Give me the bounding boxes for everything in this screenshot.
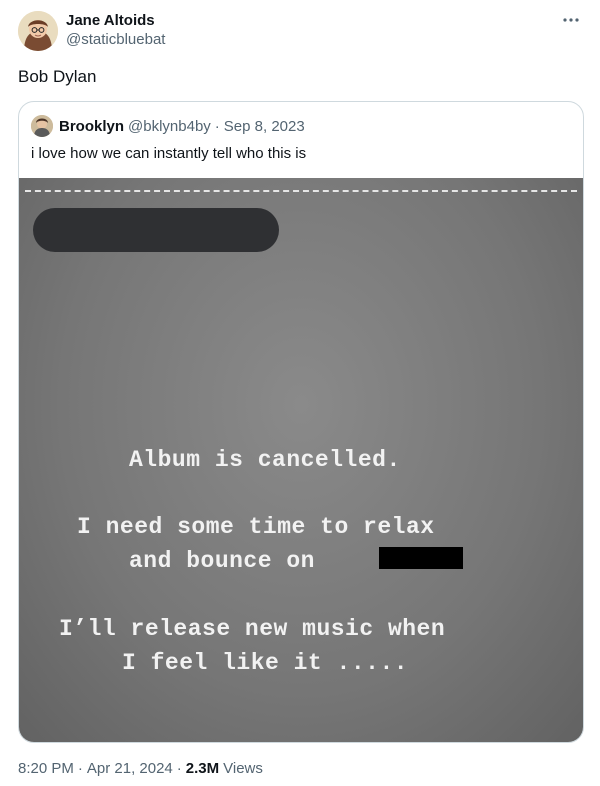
- tweet-text: Bob Dylan: [18, 67, 97, 86]
- quote-date: Sep 8, 2023: [223, 117, 305, 135]
- quote-author-name: Brooklyn: [59, 117, 125, 135]
- author-name[interactable]: Jane Altoids: [66, 12, 155, 29]
- views-count[interactable]: 2.3M: [186, 760, 219, 777]
- meta-separator-2: ·: [176, 760, 182, 777]
- tweet: Jane Altoids @staticbluebat Bob Dylan Br…: [0, 0, 600, 786]
- quote-separator: ·: [214, 117, 220, 135]
- image-text-line-3: and bounce on: [129, 548, 315, 574]
- redacted-word-box: [379, 547, 463, 569]
- quote-image[interactable]: Album is cancelled. I need some time to …: [19, 178, 583, 742]
- image-text-line-1: Album is cancelled.: [129, 447, 401, 473]
- quote-author-avatar: [31, 115, 53, 137]
- author-avatar[interactable]: [18, 11, 58, 51]
- tweet-date[interactable]: Apr 21, 2024: [87, 760, 173, 777]
- image-text-line-5: I feel like it .....: [122, 650, 409, 676]
- tweet-time[interactable]: 8:20 PM: [18, 760, 74, 777]
- quote-author-handle: @bklynb4by: [128, 117, 211, 135]
- quoted-tweet[interactable]: Brooklyn @bklynb4by · Sep 8, 2023 i love…: [18, 101, 584, 743]
- tweet-meta: 8:20 PM · Apr 21, 2024 · 2.3M Views: [18, 760, 263, 777]
- meta-separator-1: ·: [77, 760, 83, 777]
- views-label: Views: [223, 760, 263, 777]
- more-icon[interactable]: [560, 9, 582, 31]
- image-text-line-4: I’ll release new music when: [59, 616, 446, 642]
- quote-header: Brooklyn @bklynb4by · Sep 8, 2023: [31, 114, 305, 138]
- author-handle[interactable]: @staticbluebat: [66, 31, 165, 48]
- quote-text: i love how we can instantly tell who thi…: [31, 145, 307, 162]
- image-text-line-2: I need some time to relax: [77, 514, 435, 540]
- image-dashed-border: [25, 190, 577, 192]
- redacted-username-pill: [33, 208, 279, 252]
